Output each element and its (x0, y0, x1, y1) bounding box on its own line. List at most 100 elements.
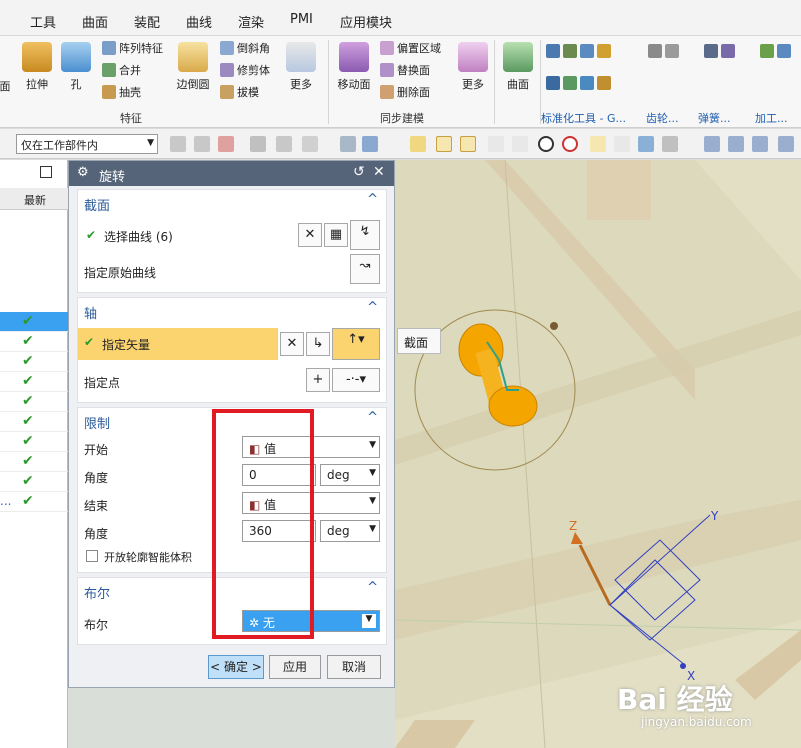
menu-render[interactable]: 渲染 (238, 12, 264, 31)
list-item[interactable]: ✔ (0, 352, 68, 372)
section-header[interactable]: 截面 ^ (78, 190, 386, 216)
snap-icon[interactable] (638, 136, 654, 152)
lasso-icon[interactable] (302, 136, 318, 152)
gear-tool-icons[interactable] (648, 44, 679, 58)
line-icon[interactable] (436, 136, 452, 152)
cancel-button[interactable]: 取消 (327, 655, 381, 679)
std-tool-icon (563, 44, 577, 58)
menu-assembly[interactable]: 装配 (134, 12, 160, 31)
select-icon[interactable] (276, 136, 292, 152)
unite-button[interactable]: 合并 (102, 62, 141, 78)
menu-app-modules[interactable]: 应用模块 (340, 12, 392, 31)
curve-icon[interactable] (488, 136, 504, 152)
select-icon[interactable] (250, 136, 266, 152)
gear-group-label[interactable]: 齿轮... (646, 110, 679, 126)
view-icon[interactable] (704, 136, 720, 152)
extrude-button[interactable]: 拉伸 (18, 42, 56, 92)
refresh-icon[interactable] (752, 136, 768, 152)
grid-icon[interactable] (662, 136, 678, 152)
section-icon[interactable]: ↯ (350, 220, 380, 250)
sync-more-button[interactable]: 更多 (456, 42, 490, 92)
handle-point[interactable] (680, 663, 686, 669)
start-unit-dropdown[interactable]: deg ▼ (320, 464, 380, 486)
apply-button[interactable]: 应用 (269, 655, 321, 679)
graphics-viewport[interactable]: Y Z X 截面 Bai 经验 jingyan.baidu.com (395, 160, 801, 748)
filter-icon[interactable] (170, 136, 186, 152)
reverse-direction-icon[interactable]: ✕ (280, 332, 304, 356)
quadrant-icon[interactable] (562, 136, 578, 152)
list-item[interactable]: ... ✔ (0, 492, 68, 512)
curve-select-icon[interactable]: ▦ (324, 223, 348, 247)
spring-group-label[interactable]: 弹簧... (698, 110, 731, 126)
shell-button[interactable]: 抽壳 (102, 84, 141, 100)
list-item[interactable]: ✔ (0, 312, 68, 332)
snap-icon[interactable] (362, 136, 378, 152)
collapse-icon[interactable]: ^ (367, 300, 378, 315)
menu-tools[interactable]: 工具 (30, 12, 56, 31)
tangent-icon[interactable] (512, 136, 528, 152)
hole-button[interactable]: 孔 (58, 42, 94, 92)
collapse-icon[interactable]: ^ (367, 192, 378, 207)
menu-surface[interactable]: 曲面 (82, 12, 108, 31)
snap-icon[interactable] (218, 136, 234, 152)
vector-type-dropdown[interactable]: ↑▾ (332, 328, 380, 360)
surface-button[interactable]: 曲面 (498, 42, 538, 92)
open-profile-checkbox[interactable] (86, 550, 98, 562)
list-item[interactable]: ✔ (0, 372, 68, 392)
edge-blend-button[interactable]: 边倒圆 (172, 42, 214, 92)
intersection-icon[interactable] (590, 136, 606, 152)
view-icon[interactable] (778, 136, 794, 152)
spring-tool-icons[interactable] (704, 44, 735, 58)
vector-dialog-icon[interactable]: ↳ (306, 332, 330, 356)
std-tools-group-label[interactable]: 标准化工具 - G... (541, 110, 626, 126)
menu-pmi[interactable]: PMI (290, 12, 313, 27)
selection-scope-dropdown[interactable]: 仅在工作部件内 ▼ (16, 134, 158, 154)
delete-face-button[interactable]: 删除面 (380, 84, 430, 100)
machining-tool-icons[interactable] (760, 44, 791, 58)
replace-face-button[interactable]: 替换面 (380, 62, 430, 78)
list-item[interactable]: ✔ (0, 452, 68, 472)
offset-region-button[interactable]: 偏置区域 (380, 40, 441, 56)
list-item[interactable]: ✔ (0, 432, 68, 452)
axis-header[interactable]: 轴 ^ (78, 298, 386, 324)
move-face-button[interactable]: 移动面 (334, 42, 374, 92)
snap-icon[interactable] (340, 136, 356, 152)
std-tool-icons-row2[interactable] (546, 76, 611, 90)
line-icon[interactable] (460, 136, 476, 152)
list-item[interactable]: ✔ (0, 472, 68, 492)
line-icon[interactable] (614, 136, 630, 152)
maximize-icon[interactable] (40, 166, 52, 178)
dialog-title-bar[interactable]: ⚙ 旋转 ↺ ✕ (69, 161, 394, 186)
select-curve-label[interactable]: 选择曲线 (6) (104, 228, 173, 245)
draft-button[interactable]: 拔模 (220, 84, 259, 100)
close-icon[interactable]: ✕ (373, 164, 385, 180)
std-tool-icons-row1[interactable] (546, 44, 611, 58)
menu-curve[interactable]: 曲线 (186, 12, 212, 31)
point-dialog-icon[interactable]: + (306, 368, 330, 392)
snap-point-icon[interactable] (410, 136, 426, 152)
gear-icon[interactable]: ⚙ (77, 165, 89, 180)
point-type-dropdown[interactable]: -·-▾ (332, 368, 380, 392)
machining-group-label[interactable]: 加工... (755, 110, 788, 126)
select-icon[interactable] (194, 136, 210, 152)
list-item[interactable]: ✔ (0, 332, 68, 352)
reset-icon[interactable]: ↺ (353, 164, 365, 180)
trim-body-button[interactable]: 修剪体 (220, 62, 270, 78)
handle-point[interactable] (550, 322, 558, 330)
specify-vector-row[interactable]: ✔ 指定矢量 (78, 328, 278, 360)
curve-icon[interactable]: ↝ (350, 254, 380, 284)
end-unit-dropdown[interactable]: deg ▼ (320, 520, 380, 542)
sketch-section-icon[interactable]: ✕ (298, 223, 322, 247)
chamfer-button[interactable]: 倒斜角 (220, 40, 270, 56)
pattern-feature-button[interactable]: 阵列特征 (102, 40, 163, 56)
view-icon[interactable] (728, 136, 744, 152)
center-point-icon[interactable] (538, 136, 554, 152)
ok-button[interactable]: < 确定 > (208, 655, 264, 679)
collapse-icon[interactable]: ^ (367, 410, 378, 425)
original-curve-label[interactable]: 指定原始曲线 (84, 264, 156, 281)
collapse-icon[interactable]: ^ (367, 580, 378, 595)
specify-point-label[interactable]: 指定点 (84, 374, 120, 391)
feature-more-button[interactable]: 更多 (284, 42, 318, 92)
list-item[interactable]: ✔ (0, 412, 68, 432)
list-item[interactable]: ✔ (0, 392, 68, 412)
